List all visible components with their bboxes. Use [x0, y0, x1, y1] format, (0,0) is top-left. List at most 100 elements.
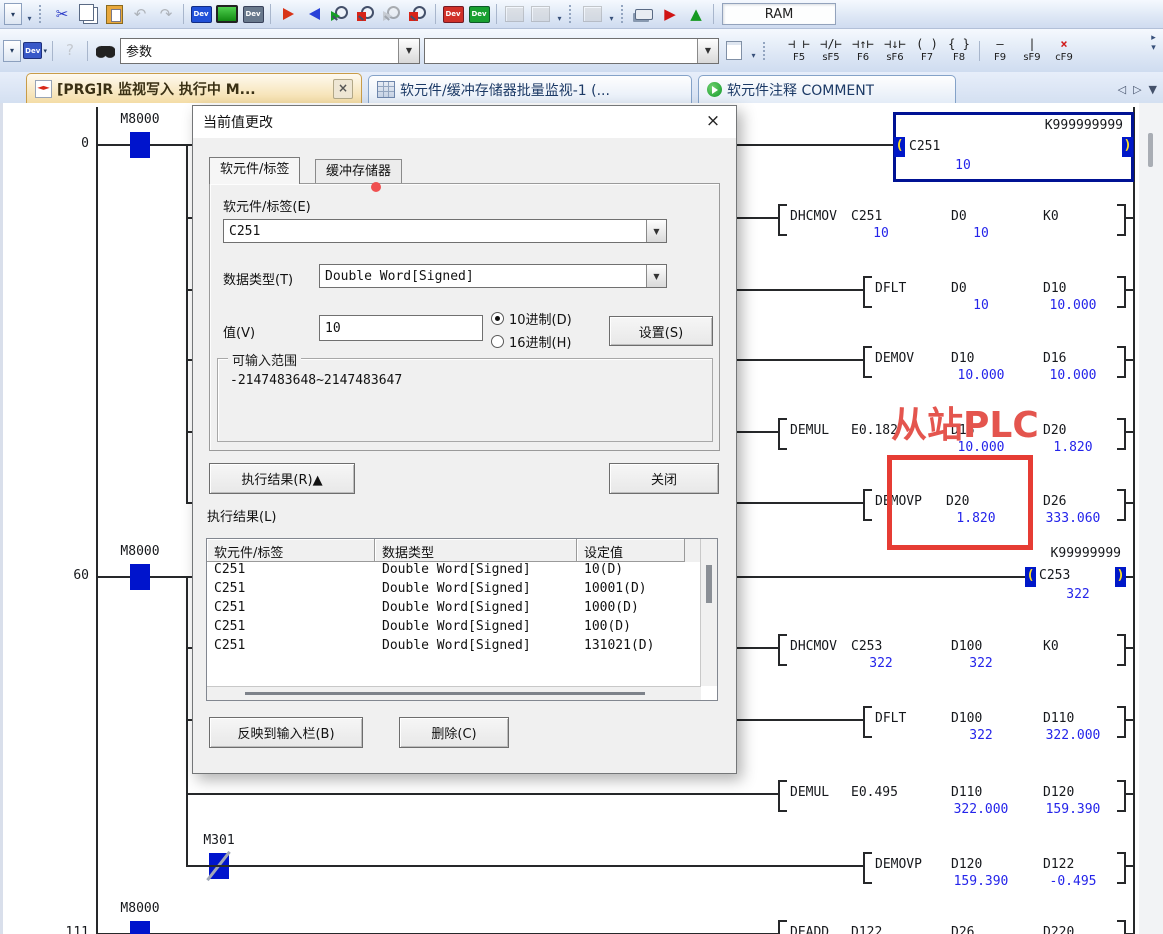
- ladder-symbol-F9[interactable]: —F9: [984, 32, 1016, 69]
- ladder-symbol-F7[interactable]: ( )F7: [911, 32, 943, 69]
- device-combo[interactable]: C251 ▼: [223, 219, 667, 243]
- counter-device[interactable]: C251: [909, 139, 940, 154]
- delete-button[interactable]: 删除(C): [399, 717, 509, 748]
- operand[interactable]: D122: [851, 925, 882, 934]
- instruction-name[interactable]: DEMUL: [790, 785, 829, 800]
- operand[interactable]: D220: [1043, 925, 1074, 934]
- instruction-name[interactable]: DFLT: [875, 281, 906, 296]
- device-find-icon[interactable]: Dev: [189, 2, 213, 26]
- operand[interactable]: C253: [851, 639, 882, 654]
- close-button[interactable]: 关闭: [609, 463, 719, 494]
- operand[interactable]: D100: [951, 639, 982, 654]
- counter-device[interactable]: C253: [1039, 568, 1070, 583]
- device-batch-icon[interactable]: Dev: [467, 2, 491, 26]
- redo-icon[interactable]: ↷: [154, 2, 178, 26]
- monitor-pause-icon[interactable]: [380, 2, 404, 26]
- tab-device-comment[interactable]: 软元件注释 COMMENT: [698, 75, 956, 103]
- radio-hexadecimal[interactable]: 16进制(H): [491, 332, 571, 351]
- table-vertical-scrollbar[interactable]: [700, 539, 717, 686]
- contact-m8000[interactable]: [130, 132, 150, 158]
- operand[interactable]: E0.495: [851, 785, 898, 800]
- tool-icon-2[interactable]: [528, 2, 552, 26]
- combo-dropdown-icon[interactable]: ▾: [4, 3, 22, 25]
- radio-decimal[interactable]: 10进制(D): [491, 309, 572, 328]
- radio-icon[interactable]: [491, 335, 504, 348]
- toolbar-chevron-icon[interactable]: ▸: [1151, 33, 1156, 43]
- scrollbar-thumb[interactable]: [1148, 133, 1153, 167]
- reflect-to-input-button[interactable]: 反映到输入栏(B): [209, 717, 363, 748]
- result-table-row[interactable]: C251Double Word[Signed]10001(D): [207, 581, 717, 600]
- operand[interactable]: D26: [1043, 494, 1066, 509]
- device-display-icon[interactable]: Dev▾: [23, 39, 47, 63]
- vertical-scrollbar[interactable]: [1139, 103, 1163, 934]
- write-to-plc-icon[interactable]: [276, 2, 300, 26]
- monitor-start-icon[interactable]: [328, 2, 352, 26]
- toolbar-chevron-icon[interactable]: ▾: [1151, 43, 1156, 53]
- operand[interactable]: D10: [951, 351, 974, 366]
- data-type-combo[interactable]: Double Word[Signed] ▼: [319, 264, 667, 288]
- instruction-name[interactable]: DEMOV: [875, 351, 914, 366]
- result-table-row[interactable]: C251Double Word[Signed]100(D): [207, 619, 717, 638]
- cable-connection-icon[interactable]: [632, 2, 656, 26]
- operand[interactable]: K0: [1043, 209, 1059, 224]
- ladder-symbol-sF6[interactable]: ⊣↓⊢sF6: [879, 32, 911, 69]
- instruction-name[interactable]: DEADD: [790, 925, 829, 934]
- operand[interactable]: D26: [951, 925, 974, 934]
- chevron-down-icon[interactable]: ▼: [697, 39, 718, 63]
- close-icon[interactable]: ×: [700, 110, 726, 134]
- radio-icon[interactable]: [491, 312, 504, 325]
- ladder-symbol-sF5[interactable]: ⊣/⊢sF5: [815, 32, 847, 69]
- tab-program-editor[interactable]: ◄► [PRG]R 监视写入 执行中 M... ×: [26, 73, 362, 103]
- ladder-symbol-F6[interactable]: ⊣↑⊢F6: [847, 32, 879, 69]
- verify-icon[interactable]: ▲: [684, 2, 708, 26]
- operand[interactable]: D0: [951, 281, 967, 296]
- table-horizontal-scrollbar[interactable]: [207, 686, 701, 700]
- instruction-name[interactable]: DHCMOV: [790, 639, 837, 654]
- tab-scroll-nav[interactable]: ◁▷▼: [1118, 76, 1157, 103]
- toolbar-chevrons[interactable]: ▸▾: [1146, 33, 1161, 53]
- operand[interactable]: D100: [951, 711, 982, 726]
- operand[interactable]: D110: [951, 785, 982, 800]
- print-preview-icon[interactable]: [722, 39, 746, 63]
- tab-prev-icon[interactable]: ◁: [1118, 83, 1126, 96]
- scrollbar-thumb[interactable]: [245, 692, 645, 695]
- toolbar-overflow-icon[interactable]: ▾: [553, 3, 566, 25]
- operand[interactable]: C251: [851, 209, 882, 224]
- operand[interactable]: D10: [1043, 281, 1066, 296]
- read-from-plc-icon[interactable]: [302, 2, 326, 26]
- tab-close-icon[interactable]: ×: [333, 79, 353, 99]
- device-hw-icon[interactable]: Dev: [241, 2, 265, 26]
- run-icon[interactable]: ▶: [658, 2, 682, 26]
- terminal-monitor-icon[interactable]: [215, 2, 239, 26]
- ladder-symbol-sF9[interactable]: |sF9: [1016, 32, 1048, 69]
- operand[interactable]: D0: [951, 209, 967, 224]
- result-table-row[interactable]: C251Double Word[Signed]10(D): [207, 562, 717, 581]
- selected-counter-cell[interactable]: K999999999(C25110): [893, 112, 1134, 182]
- chevron-down-icon[interactable]: ▼: [646, 220, 666, 242]
- execution-result-table[interactable]: 软元件/标签 数据类型 设定值 C251Double Word[Signed]1…: [206, 538, 718, 701]
- help-icon[interactable]: ?: [58, 39, 82, 63]
- set-button[interactable]: 设置(S): [609, 316, 713, 346]
- chevron-down-icon[interactable]: ▼: [646, 265, 666, 287]
- device-test-icon[interactable]: Dev: [441, 2, 465, 26]
- execution-result-toggle-button[interactable]: 执行结果(R)▲: [209, 463, 355, 494]
- scrollbar-thumb[interactable]: [706, 565, 712, 603]
- chevron-down-icon[interactable]: ▼: [398, 39, 419, 63]
- operand[interactable]: D122: [1043, 857, 1074, 872]
- display-mode-dropdown-icon[interactable]: ▾: [3, 40, 21, 62]
- instruction-name[interactable]: DEMOVP: [875, 857, 922, 872]
- result-table-row[interactable]: C251Double Word[Signed]1000(D): [207, 600, 717, 619]
- operand[interactable]: D120: [1043, 785, 1074, 800]
- instruction-name[interactable]: DEMUL: [790, 423, 829, 438]
- instruction-name[interactable]: DHCMOV: [790, 209, 837, 224]
- result-table-row[interactable]: C251Double Word[Signed]131021(D): [207, 638, 717, 657]
- copy-icon[interactable]: [76, 2, 100, 26]
- monitor-write-mode-icon[interactable]: [406, 2, 430, 26]
- toolbar-overflow-icon[interactable]: ▾: [747, 40, 760, 62]
- tool-icon-1[interactable]: [502, 2, 526, 26]
- tab-next-icon[interactable]: ▷: [1133, 83, 1141, 96]
- tab-batch-monitor[interactable]: 软元件/缓冲存储器批量监视-1 (...: [368, 75, 692, 103]
- operand[interactable]: D120: [951, 857, 982, 872]
- find-value-combo[interactable]: ▼: [424, 38, 719, 64]
- operand[interactable]: D16: [1043, 351, 1066, 366]
